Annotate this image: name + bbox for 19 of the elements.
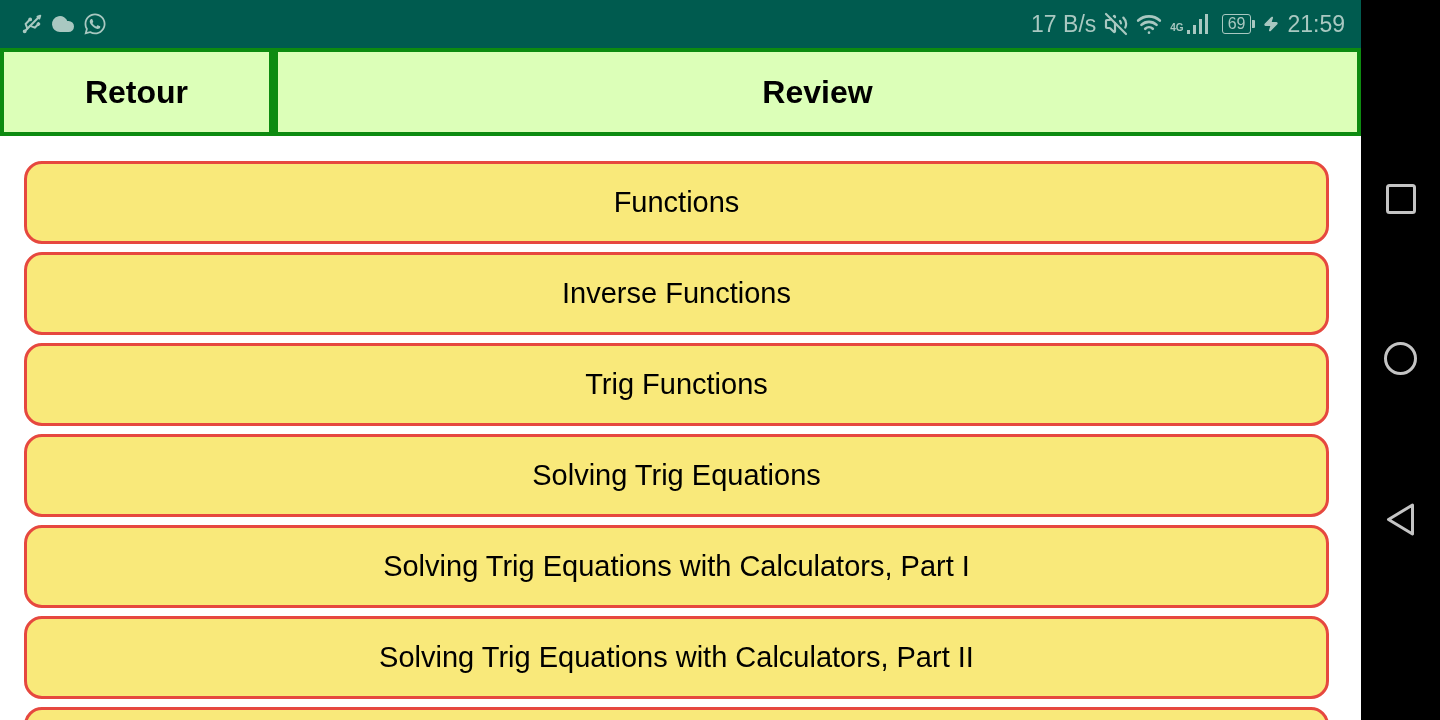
home-circle-icon[interactable] bbox=[1384, 342, 1417, 375]
signal-bars-icon bbox=[1185, 13, 1208, 35]
back-icon[interactable] bbox=[1386, 503, 1415, 536]
topic-button[interactable]: Solving Trig Equations with Calculators, Part I bbox=[24, 525, 1329, 608]
topic-button[interactable]: Functions bbox=[24, 161, 1329, 244]
network-speed: 17 B/s bbox=[1031, 11, 1097, 37]
topic-button[interactable]: Trig Functions bbox=[24, 343, 1329, 426]
phone-bubble-icon bbox=[83, 12, 107, 36]
topic-button[interactable]: Inverse Functions bbox=[24, 252, 1329, 335]
clock-time: 21:59 bbox=[1287, 11, 1345, 37]
network-type-label: 4G bbox=[1170, 23, 1184, 33]
square-icon[interactable] bbox=[1385, 184, 1416, 214]
usb-icon bbox=[21, 13, 43, 35]
topic-button[interactable]: Solving Trig Equations with Calculators, Part II bbox=[24, 616, 1329, 699]
topic-button[interactable]: Solving Trig Equations bbox=[24, 434, 1329, 517]
back-button[interactable]: Retour bbox=[0, 48, 273, 136]
screen-title: Review bbox=[273, 48, 1361, 136]
battery-indicator: 69 bbox=[1221, 14, 1256, 34]
muted-speaker-icon bbox=[1104, 12, 1129, 36]
